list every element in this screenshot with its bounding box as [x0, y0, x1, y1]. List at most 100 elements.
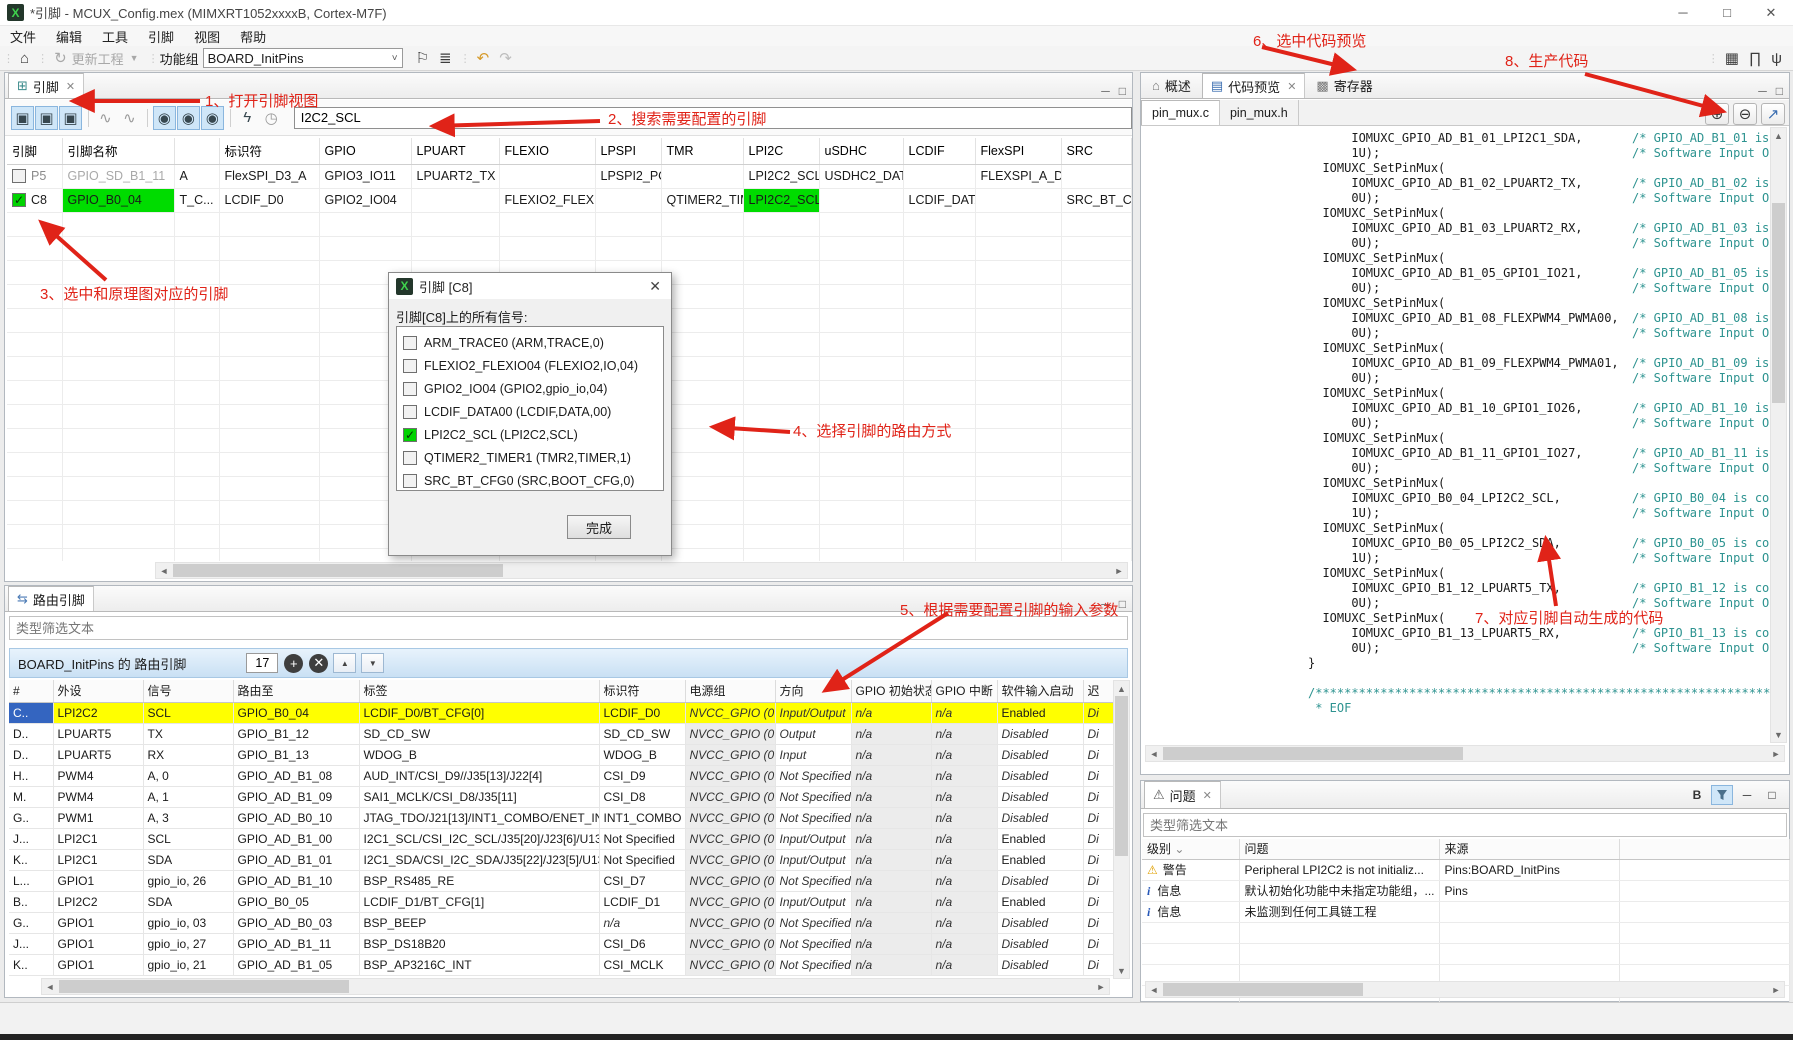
package-top-view-icon[interactable]: ▣: [35, 106, 58, 130]
menu-item-视图[interactable]: 视图: [184, 27, 230, 46]
routed-filter-input[interactable]: [9, 616, 1128, 640]
signal-checkbox[interactable]: [403, 474, 417, 488]
signal-option[interactable]: SRC_BT_CFG0 (SRC,BOOT_CFG,0): [397, 469, 663, 491]
signal-option[interactable]: ARM_TRACE0 (ARM,TRACE,0): [397, 331, 663, 354]
redo-icon[interactable]: ↷: [494, 49, 517, 67]
pins-column-header[interactable]: 引脚: [7, 138, 62, 164]
table-row[interactable]: B..LPI2C2SDAGPIO_B0_05LCDIF_D1/BT_CFG[1]…: [9, 891, 1116, 912]
minimize-view-icon[interactable]: ─: [1101, 84, 1110, 98]
scroll-left-icon[interactable]: ◄: [156, 566, 172, 576]
chip-icon[interactable]: ▦: [1720, 49, 1744, 67]
zoom-out-icon[interactable]: ⊖: [1733, 103, 1757, 125]
tab-overview[interactable]: ⌂ 概述: [1144, 73, 1199, 98]
minimize-button[interactable]: ─: [1661, 0, 1705, 26]
pins-column-header[interactable]: 标识符: [219, 138, 319, 164]
signal-checkbox[interactable]: [403, 451, 417, 465]
function-group-select[interactable]: BOARD_InitPins ˅: [203, 48, 403, 68]
scroll-right-icon[interactable]: ►: [1111, 566, 1127, 576]
minimize-view-icon[interactable]: ─: [1758, 84, 1767, 98]
maximize-view-icon[interactable]: □: [1776, 84, 1783, 98]
subtab-pin-mux-h[interactable]: pin_mux.h: [1220, 100, 1299, 125]
close-button[interactable]: ✕: [1749, 0, 1793, 26]
menu-item-文件[interactable]: 文件: [0, 27, 46, 46]
update-project-icon[interactable]: ↻: [49, 49, 72, 67]
table-row[interactable]: H..PWM4A, 0GPIO_AD_B1_08AUD_INT/CSI_D9//…: [9, 765, 1116, 786]
pin-checkbox[interactable]: [12, 169, 26, 183]
flag-icon[interactable]: ⚐: [411, 49, 434, 67]
table-row[interactable]: G..PWM1A, 3GPIO_AD_B0_10JTAG_TDO/J21[13]…: [9, 807, 1116, 828]
table-row[interactable]: J...LPI2C1SCLGPIO_AD_B1_00I2C1_SCL/CSI_I…: [9, 828, 1116, 849]
pins-column-header[interactable]: GPIO: [319, 138, 411, 164]
scroll-up-icon[interactable]: ▲: [1771, 128, 1786, 143]
remove-pin-button[interactable]: ✕: [309, 654, 328, 673]
problems-hscrollbar[interactable]: ◄ ►: [1145, 981, 1785, 998]
problems-column-header[interactable]: 问题: [1239, 839, 1439, 859]
pin-search-input[interactable]: [294, 107, 1132, 129]
scroll-left-icon[interactable]: ◄: [1146, 985, 1162, 995]
code-hscrollbar[interactable]: ◄ ►: [1145, 745, 1785, 762]
scroll-down-icon[interactable]: ▼: [1114, 963, 1129, 978]
filter-funnel-icon[interactable]: [1711, 785, 1733, 805]
undo-icon[interactable]: ↶: [472, 49, 495, 67]
routed-column-header[interactable]: 路由至: [233, 680, 359, 702]
routed-column-header[interactable]: #: [9, 680, 53, 702]
maximize-button[interactable]: □: [1705, 0, 1749, 26]
table-row[interactable]: G..GPIO1gpio_io, 03GPIO_AD_B0_03BSP_BEEP…: [9, 912, 1116, 933]
table-row[interactable]: ⚠警告Peripheral LPI2C2 is not initializ...…: [1142, 859, 1789, 880]
routed-column-header[interactable]: 迟: [1083, 680, 1116, 702]
signal-checkbox[interactable]: [403, 382, 417, 396]
update-dropdown-icon[interactable]: ▼: [124, 53, 145, 63]
menu-item-引脚[interactable]: 引脚: [138, 27, 184, 46]
routed-column-header[interactable]: 信号: [143, 680, 233, 702]
routed-vscrollbar[interactable]: ▲ ▼: [1113, 680, 1130, 979]
maximize-view-icon[interactable]: □: [1119, 84, 1126, 98]
package-bottom-view-icon[interactable]: ▣: [59, 106, 82, 130]
rotate-right-icon[interactable]: ◉: [201, 106, 224, 130]
routed-column-header[interactable]: 外设: [53, 680, 143, 702]
update-project-button[interactable]: 更新工程: [72, 49, 124, 68]
routed-column-header[interactable]: GPIO 中断: [931, 680, 997, 702]
routed-hscrollbar[interactable]: ◄ ►: [41, 978, 1110, 995]
subtab-pin-mux-c[interactable]: pin_mux.c: [1141, 100, 1220, 125]
pins-hscrollbar[interactable]: ◄ ►: [155, 562, 1128, 579]
signal-checkbox[interactable]: [403, 405, 417, 419]
routed-column-header[interactable]: 电源组: [685, 680, 775, 702]
signal-option[interactable]: ✓LPI2C2_SCL (LPI2C2,SCL): [397, 423, 663, 446]
signal-option[interactable]: FLEXIO2_FLEXIO04 (FLEXIO2,IO,04): [397, 354, 663, 377]
pins-column-header[interactable]: TMR: [661, 138, 743, 164]
table-row[interactable]: L...GPIO1gpio_io, 26GPIO_AD_B1_10BSP_RS4…: [9, 870, 1116, 891]
routed-column-header[interactable]: 标识符: [599, 680, 685, 702]
problems-column-header[interactable]: 来源: [1439, 839, 1619, 859]
table-row[interactable]: ✓C8GPIO_B0_04T_C...LCDIF_D0GPIO2_IO04FLE…: [7, 188, 1131, 212]
table-row[interactable]: i信息未监测到任何工具链工程: [1142, 901, 1789, 922]
table-row[interactable]: C..LPI2C2SCLGPIO_B0_04LCDIF_D0/BT_CFG[0]…: [9, 702, 1116, 723]
scroll-right-icon[interactable]: ►: [1768, 749, 1784, 759]
signal-checkbox[interactable]: ✓: [403, 428, 417, 442]
export-code-icon[interactable]: ↗: [1761, 103, 1785, 125]
zoom-in-icon[interactable]: ⊕: [1705, 103, 1729, 125]
pins-column-header[interactable]: SRC: [1061, 138, 1131, 164]
scroll-left-icon[interactable]: ◄: [1146, 749, 1162, 759]
waveform-icon[interactable]: ∏: [1744, 50, 1766, 67]
table-row[interactable]: J...GPIO1gpio_io, 27GPIO_AD_B1_11BSP_DS1…: [9, 933, 1116, 954]
pins-column-header[interactable]: LCDIF: [903, 138, 975, 164]
menu-item-工具[interactable]: 工具: [92, 27, 138, 46]
menu-item-帮助[interactable]: 帮助: [230, 27, 276, 46]
tab-problems[interactable]: ⚠ 问题 ✕: [1144, 781, 1221, 808]
add-pin-button[interactable]: +: [284, 654, 303, 673]
move-up-button[interactable]: ▲: [333, 653, 356, 673]
signal-option[interactable]: LCDIF_DATA00 (LCDIF,DATA,00): [397, 400, 663, 423]
routed-count-field[interactable]: [246, 653, 278, 673]
package-view-icon[interactable]: ▣: [11, 106, 34, 130]
routed-column-header[interactable]: 方向: [775, 680, 851, 702]
routed-column-header[interactable]: 软件输入启动: [997, 680, 1083, 702]
code-vscrollbar[interactable]: ▲ ▼: [1770, 127, 1787, 743]
menu-item-编辑[interactable]: 编辑: [46, 27, 92, 46]
pins-column-header[interactable]: LPI2C: [743, 138, 819, 164]
bolt-icon[interactable]: ϟ: [236, 106, 259, 130]
pins-column-header[interactable]: LPUART: [411, 138, 499, 164]
pins-column-header[interactable]: uSDHC: [819, 138, 903, 164]
home-icon[interactable]: ⌂: [15, 50, 34, 67]
scroll-down-icon[interactable]: ▼: [1771, 727, 1786, 742]
table-row[interactable]: P5GPIO_SD_B1_11AFlexSPI_D3_AGPIO3_IO11LP…: [7, 164, 1131, 188]
